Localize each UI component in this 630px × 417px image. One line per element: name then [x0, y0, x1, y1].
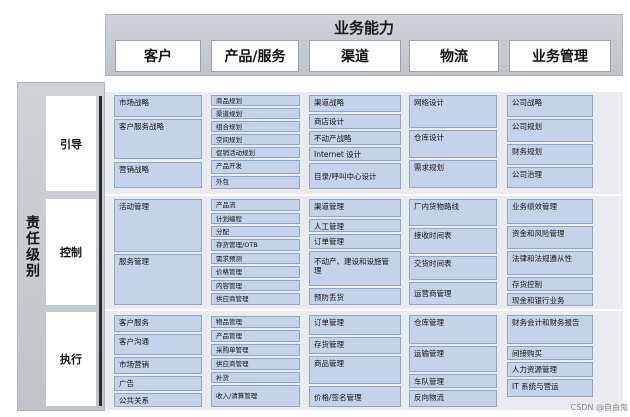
cell: 现金和银行业务 [507, 293, 593, 306]
cell: 运输管理 [409, 346, 497, 372]
cell: 仓库设计 [409, 130, 497, 158]
cell: 财务会计和财务报告 [507, 315, 593, 344]
cell: 内容管理 [211, 280, 300, 291]
cell: 需求规划 [409, 160, 497, 188]
capability-channel: 渠道 [309, 40, 401, 72]
cell: 组合规划 [211, 121, 300, 132]
cell: 市场营销 [114, 357, 202, 374]
capabilities-title: 业务能力 [333, 19, 394, 37]
level-execute: 执行 [46, 312, 96, 406]
cell: 分配 [211, 226, 300, 237]
cell: 商店设计 [309, 114, 401, 129]
level-guide: 引导 [46, 96, 96, 191]
watermark: CSDN @自由鬼 [570, 403, 628, 412]
cell: 商品规划 [211, 95, 300, 106]
cell: 客户服务战略 [114, 119, 202, 159]
cell: 客户沟通 [114, 334, 202, 355]
cell: 产品管理 [211, 330, 300, 342]
cell: 促销活动规划 [211, 147, 300, 158]
capability-customer: 客户 [115, 40, 201, 72]
capability-management: 业务管理 [509, 40, 611, 72]
capability-product: 产品/服务 [211, 40, 299, 72]
cell: 仓库管理 [409, 315, 497, 344]
cell: 外包 [211, 176, 300, 189]
cell: 价格管理 [211, 266, 300, 278]
cell: 空间规划 [211, 134, 300, 145]
cell: 公司治理 [507, 167, 593, 188]
cell: 公共关系 [114, 393, 202, 407]
cell: 渠道战略 [309, 95, 401, 112]
cell: 接收时间表 [409, 228, 497, 254]
cell: 公司规划 [507, 119, 593, 142]
cell: 活动管理 [114, 199, 202, 252]
cell: 订单管理 [309, 234, 401, 249]
cell: 资金和风险管理 [507, 226, 593, 249]
cell: 供应商管理 [211, 293, 300, 305]
cell: 服务管理 [114, 254, 202, 305]
cell: 市场战略 [114, 95, 202, 117]
responsibility-title: 责任级别 [24, 214, 40, 279]
cell: 交货时间表 [409, 256, 497, 280]
cell: 产品开发 [211, 160, 300, 174]
cell: 公司战略 [507, 95, 593, 117]
cell: 补货 [211, 372, 300, 383]
cell: 法律和法规遵从性 [507, 251, 593, 275]
cell: 目录/呼叫中心设计 [309, 163, 401, 189]
cell: 广告 [114, 376, 202, 391]
cell: 业务绩效管理 [507, 199, 593, 224]
cell: 间接购买 [507, 346, 593, 360]
cell: 订单管理 [309, 315, 401, 335]
cell: 商品管理 [309, 356, 401, 384]
cell: 供应商管理 [211, 358, 300, 370]
cell: 需求预测 [211, 253, 300, 264]
cell: 人工管理 [309, 219, 401, 232]
cell: 人力资源管理 [507, 362, 593, 377]
cell: 预防丢货 [309, 288, 401, 305]
cell: 客户服务 [114, 315, 202, 332]
cell: 网络设计 [409, 95, 497, 128]
cell: 反向物流 [409, 390, 497, 407]
cell: 采购单管理 [211, 344, 300, 356]
level-control: 控制 [46, 199, 96, 305]
cell: 渠道规划 [211, 108, 300, 119]
cell: 运营商管理 [409, 282, 497, 305]
cell: 不动产战略 [309, 131, 401, 145]
cell: 存货管理 [309, 337, 401, 354]
cell: 财务规划 [507, 144, 593, 165]
cell: 营销战略 [114, 162, 202, 188]
cell: 厂内货物路线 [409, 199, 497, 226]
cell: 计划编程 [211, 213, 300, 224]
cell: 渠道管理 [309, 199, 401, 217]
cell: 物品管理 [211, 316, 300, 328]
cell: IT 系统与营运 [507, 379, 593, 397]
cell: 车队管理 [409, 374, 497, 388]
cell: 不动产、建设和设施管理 [309, 251, 401, 286]
cell: 价格/签名管理 [309, 386, 401, 407]
cell: 存货控制 [507, 277, 593, 291]
cell: Internet 设计 [309, 147, 401, 161]
capability-logistics: 物流 [409, 40, 499, 72]
divider-bar [99, 96, 102, 406]
cell: 产品流 [211, 199, 300, 211]
cell: 收入/清算管理 [211, 385, 300, 407]
cell: 存货管理/OTB [211, 239, 300, 251]
